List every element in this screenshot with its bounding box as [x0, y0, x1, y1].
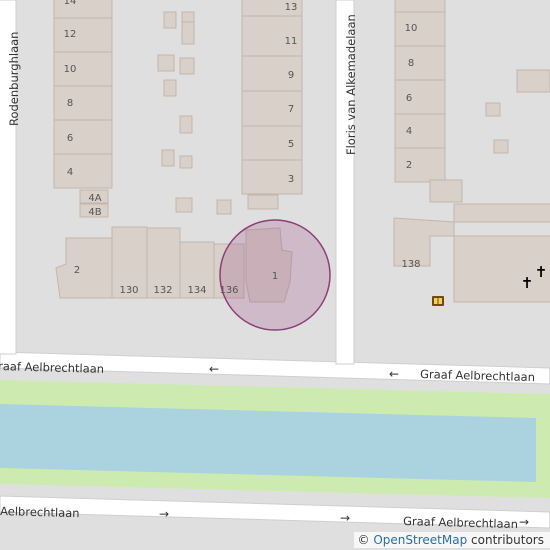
shed — [485, 102, 501, 117]
shed — [181, 11, 195, 23]
shed — [179, 155, 193, 169]
oneway-arrow-icon: ← — [389, 367, 399, 381]
housenumber: 10 — [64, 64, 77, 75]
oneway-arrow-icon: ← — [209, 362, 219, 376]
copyright-text: © — [357, 533, 374, 547]
shed — [163, 11, 177, 29]
housenumber: 4 — [406, 126, 412, 137]
building-far-2 — [394, 147, 446, 183]
building-long-strip — [453, 203, 550, 223]
shed — [179, 57, 195, 75]
map-svg[interactable]: 14 12 10 8 6 4 4A 4B 13 11 9 7 5 3 10 8 … — [0, 0, 550, 550]
oneway-arrow-icon: → — [340, 511, 350, 525]
housenumber: 14 — [64, 0, 77, 7]
shed — [161, 149, 175, 167]
housenumber: 132 — [153, 285, 172, 296]
housenumber: 6 — [406, 93, 412, 104]
shed — [179, 115, 193, 134]
library-icon[interactable] — [432, 296, 444, 306]
housenumber: 8 — [67, 98, 73, 109]
map-attribution: © OpenStreetMap contributors — [353, 532, 550, 548]
oneway-arrow-icon: → — [519, 515, 529, 529]
church-icon[interactable]: ✝ — [521, 274, 534, 292]
map-canvas[interactable]: 14 12 10 8 6 4 4A 4B 13 11 9 7 5 3 10 8 … — [0, 0, 550, 550]
openstreetmap-link[interactable]: OpenStreetMap — [373, 533, 467, 547]
building-left-4 — [53, 153, 113, 189]
housenumber: 6 — [67, 133, 73, 144]
street-label-graaf-aelbrechtlaan-south-left: Aelbrechtlaan — [0, 504, 80, 520]
building-left-6 — [53, 119, 113, 155]
housenumber: 3 — [288, 174, 294, 185]
housenumber: 134 — [187, 285, 206, 296]
street-label-floris-van-alkemadelaan: Floris van Alkemadelaan — [344, 14, 358, 155]
oneway-arrow-icon: → — [159, 507, 169, 521]
shed — [181, 21, 195, 45]
housenumber: 11 — [285, 36, 298, 47]
housenumber: 4 — [67, 167, 73, 178]
housenumber: 4A — [88, 193, 101, 204]
housenumber: 7 — [288, 104, 294, 115]
housenumber: 5 — [288, 139, 294, 150]
street-label-rodenburghlaan: Rodenburghlaan — [7, 32, 21, 126]
shed — [163, 79, 177, 97]
building-far-8 — [394, 45, 446, 81]
shed — [493, 139, 509, 154]
building-far-annex — [429, 179, 463, 203]
housenumber: 136 — [219, 285, 238, 296]
street-label-graaf-aelbrechtlaan-north-left: raaf Aelbrechtlaan — [0, 359, 104, 376]
housenumber: 2 — [406, 160, 412, 171]
housenumber: 138 — [401, 259, 420, 270]
housenumber: 12 — [64, 29, 77, 40]
housenumber: 2 — [74, 265, 80, 276]
building-far-12 — [394, 0, 446, 13]
building-far-4 — [394, 113, 446, 149]
building-left-8 — [53, 85, 113, 121]
housenumber: 9 — [288, 70, 294, 81]
shed — [157, 54, 175, 72]
building-far-10 — [394, 11, 446, 47]
shed — [216, 199, 232, 215]
contributors-text: contributors — [467, 533, 544, 547]
marker-label: 1 — [272, 271, 278, 282]
housenumber: 8 — [408, 58, 414, 69]
building-far-detached — [516, 69, 550, 93]
church-icon[interactable]: ✝ — [535, 263, 548, 281]
housenumber: 13 — [285, 2, 298, 13]
housenumber: 130 — [119, 285, 138, 296]
housenumber: 4B — [88, 207, 101, 218]
housenumber: 10 — [405, 23, 418, 34]
building-annex-right — [247, 194, 279, 210]
building-far-6 — [394, 79, 446, 115]
shed — [175, 197, 193, 213]
